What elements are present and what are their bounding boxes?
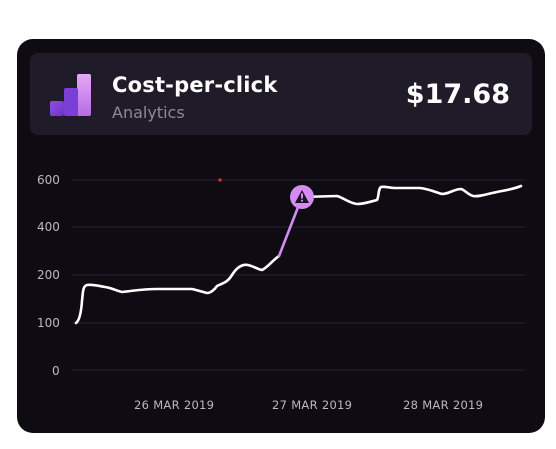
x-tick-label: 26 MAR 2019 [134, 398, 214, 412]
cost-per-click-chart: 600 400 200 100 0 26 MAR 2019 27 MAR 201… [37, 173, 525, 412]
cost-per-click-card: Cost-per-click Analytics $17.68 600 400 … [17, 39, 545, 433]
series-line [74, 254, 281, 325]
y-tick-label: 400 [37, 220, 60, 234]
y-tick-label: 200 [37, 268, 60, 282]
series-line [300, 184, 523, 206]
y-tick-label: 100 [37, 316, 60, 330]
y-tick-label: 0 [52, 364, 60, 378]
y-tick-label: 600 [37, 173, 60, 187]
x-tick-label: 27 MAR 2019 [272, 398, 352, 412]
x-tick-label: 28 MAR 2019 [403, 398, 483, 412]
warning-icon[interactable] [290, 185, 314, 209]
marker-dot [218, 178, 222, 182]
